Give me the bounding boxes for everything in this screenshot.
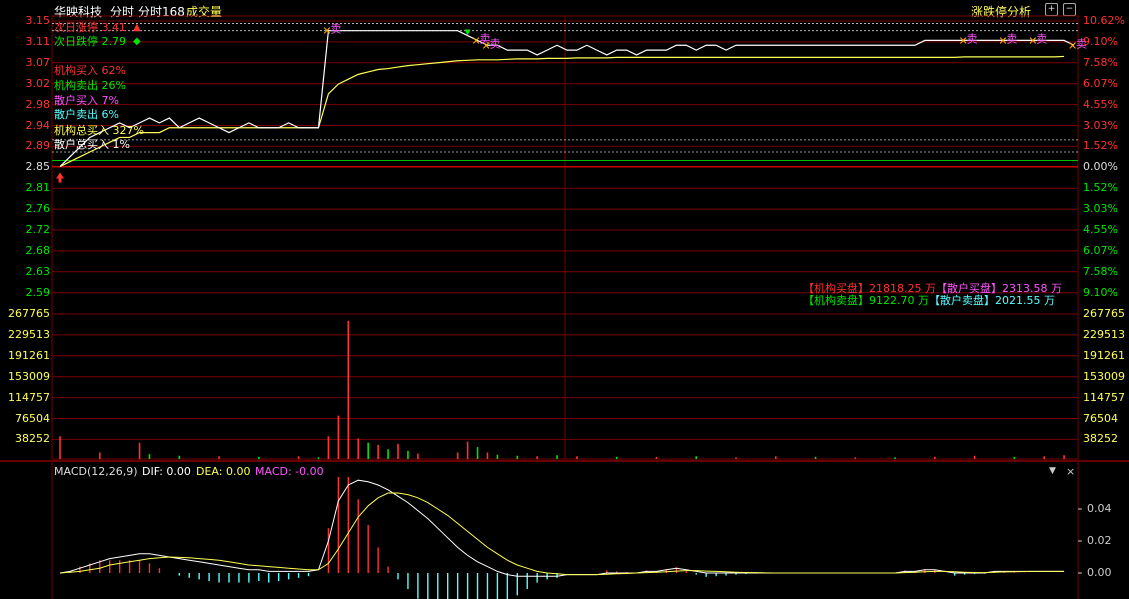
price-tick-label: 2.98 — [25, 97, 51, 111]
volume-tick-label: 153009 — [8, 369, 50, 383]
retail-sell-pct: 散户卖出 6% — [54, 108, 119, 121]
pct-tick-label: 9.10% — [1083, 34, 1118, 48]
retail-total-buy: 散户总买入 1% — [54, 138, 130, 151]
volume-tick-label: 76504 — [15, 411, 50, 425]
buy-arrow-icon — [56, 172, 64, 183]
price-tick-label: 3.11 — [25, 34, 51, 48]
retail-sell-value: 2021.55 万 — [994, 294, 1055, 307]
average-price-line — [59, 55, 1065, 168]
sell-marker-label: 卖 — [1006, 32, 1017, 45]
volume-tick-label: 267765 — [8, 307, 50, 320]
price-tick-label: 3.02 — [25, 76, 51, 90]
triangle-up-icon: ▲ — [133, 22, 141, 33]
inst-sell-pct: 机构卖出 26% — [54, 79, 126, 92]
inst-buy-pct: 机构买入 62% — [54, 64, 126, 77]
pct-tick-label: 9.10% — [1083, 285, 1118, 299]
price-tick-label: 2.59 — [25, 285, 51, 299]
volume-tick-label: 267765 — [1083, 307, 1125, 320]
macd-tick-label: 0.00 — [1087, 566, 1112, 579]
sell-marker-label: 卖 — [330, 23, 341, 36]
price-tick-label: 2.76 — [25, 202, 51, 216]
pct-tick-label: 6.07% — [1083, 243, 1118, 257]
price-tick-label: 2.81 — [25, 181, 51, 195]
volume-tick-label: 76504 — [1083, 411, 1118, 425]
macd-tick-label: 0.04 — [1087, 502, 1112, 515]
pct-tick-label: 3.03% — [1083, 118, 1118, 132]
price-tick-label: 2.85 — [25, 160, 51, 174]
dea-line — [59, 492, 1065, 576]
dif-line — [59, 479, 1065, 577]
sell-marker-label: 卖 — [1036, 32, 1047, 45]
volume-tick-label: 38252 — [15, 432, 50, 446]
close-icon[interactable]: × — [1066, 465, 1075, 478]
price-tick-label: 2.68 — [25, 243, 51, 257]
sell-marker-label: 卖 — [967, 32, 978, 45]
macd-title: MACD(12,26,9) — [54, 465, 138, 478]
volume-tick-label: 191261 — [8, 348, 50, 362]
volume-tick-label: 114757 — [8, 390, 50, 404]
volume-tick-label: 191261 — [1083, 348, 1125, 362]
price-tick-label: 2.72 — [25, 223, 51, 236]
pct-tick-label: 6.07% — [1083, 76, 1118, 90]
macd-tick-label: 0.02 — [1087, 534, 1112, 547]
retail-sell-label: 【散户卖盘】 — [928, 294, 995, 307]
retail-buy-pct: 散户买入 7% — [54, 94, 119, 107]
volume-tick-label: 114757 — [1083, 390, 1125, 404]
macd-dif: DIF: 0.00 — [142, 465, 191, 478]
price-tick-label: 3.15 — [25, 14, 51, 27]
pct-tick-label: 10.62% — [1083, 14, 1125, 27]
pct-tick-label: 4.55% — [1083, 223, 1118, 236]
price-tick-label: 2.63 — [25, 264, 51, 278]
macd-value: MACD: -0.00 — [255, 465, 324, 478]
price-tick-label: 3.07 — [25, 55, 51, 69]
next-limit-up: 次日涨停 3.41 — [54, 21, 126, 34]
pct-tick-label: 7.58% — [1083, 55, 1118, 69]
volume-tick-label: 229513 — [1083, 327, 1125, 341]
pct-tick-label: 3.03% — [1083, 202, 1118, 216]
sell-marker-label: 卖 — [489, 37, 500, 50]
inst-sell-row: 【机构卖盘】9122.70 万【散户卖盘】2021.55 万 — [803, 294, 1055, 307]
price-tick-label: 2.89 — [25, 139, 51, 153]
pct-tick-label: 1.52% — [1083, 181, 1118, 195]
diamond-icon: ◆ — [133, 36, 141, 47]
price-tick-label: 2.94 — [25, 118, 51, 132]
macd-dea: DEA: 0.00 — [196, 465, 251, 478]
volume-tick-label: 229513 — [8, 327, 50, 341]
pct-tick-label: 7.58% — [1083, 264, 1118, 278]
pct-tick-label: 4.55% — [1083, 97, 1118, 111]
volume-tick-label: 38252 — [1083, 432, 1118, 446]
volume-tick-label: 153009 — [1083, 369, 1125, 383]
next-limit-down: 次日跌停 2.79 — [54, 35, 126, 48]
pct-tick-label: 0.00% — [1083, 160, 1118, 174]
dropdown-icon[interactable]: ▼ — [1049, 465, 1056, 478]
inst-sell-label: 【机构卖盘】 — [803, 294, 869, 307]
inst-total-buy: 机构总买入 327% — [54, 124, 144, 137]
pct-tick-label: 1.52% — [1083, 139, 1118, 153]
inst-sell-value: 9122.70 万 — [869, 294, 929, 307]
